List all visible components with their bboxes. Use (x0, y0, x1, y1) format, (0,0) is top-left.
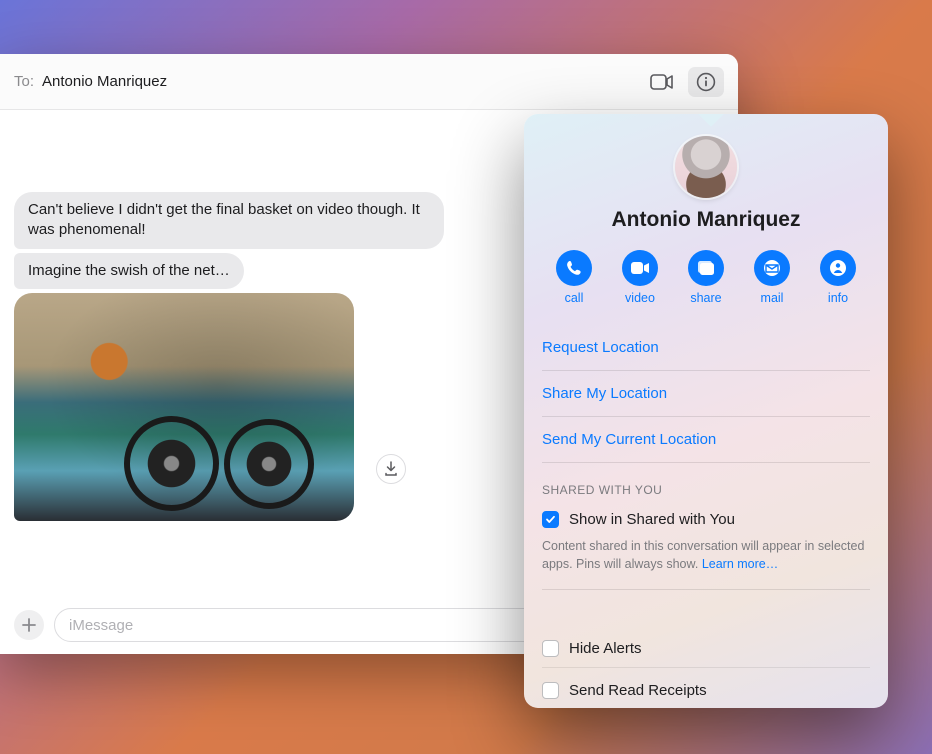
video-action[interactable]: video (612, 250, 668, 305)
save-attachment-button[interactable] (376, 454, 406, 484)
learn-more-link[interactable]: Learn more… (702, 557, 778, 571)
checkmark-icon (545, 514, 556, 525)
to-label: To: (14, 73, 34, 90)
details-popover: Antonio Manriquez call video share mail (524, 114, 888, 708)
share-action[interactable]: share (678, 250, 734, 305)
request-location-link[interactable]: Request Location (542, 325, 870, 371)
action-label: share (690, 291, 721, 305)
action-label: info (828, 291, 848, 305)
hide-alerts-checkbox[interactable] (542, 640, 559, 657)
mail-action[interactable]: mail (744, 250, 800, 305)
send-read-receipts-label: Send Read Receipts (569, 682, 707, 699)
info-circle-icon (696, 72, 716, 92)
screen-share-icon (688, 250, 724, 286)
hide-alerts-row[interactable]: Hide Alerts (542, 634, 870, 668)
incoming-message[interactable]: Imagine the swish of the net… (14, 253, 244, 289)
share-my-location-link[interactable]: Share My Location (542, 371, 870, 417)
details-info-button[interactable] (688, 67, 724, 97)
apps-plus-button[interactable] (14, 610, 44, 640)
location-section: Request Location Share My Location Send … (524, 325, 888, 708)
incoming-stack: Can't believe I didn't get the final bas… (14, 192, 444, 521)
phone-icon (556, 250, 592, 286)
action-label: mail (761, 291, 784, 305)
show-in-shared-label: Show in Shared with You (569, 511, 735, 528)
conversation-header: To: Antonio Manriquez (0, 54, 738, 110)
mail-icon (754, 250, 790, 286)
incoming-message[interactable]: Can't believe I didn't get the final bas… (14, 192, 444, 249)
incoming-image-attachment[interactable] (14, 293, 354, 521)
show-in-shared-checkbox[interactable] (542, 511, 559, 528)
shared-with-you-header: SHARED WITH YOU (542, 463, 870, 505)
action-label: call (565, 291, 584, 305)
send-current-location-link[interactable]: Send My Current Location (542, 417, 870, 463)
action-label: video (625, 291, 655, 305)
save-download-icon (384, 461, 398, 477)
shared-help-text: Content shared in this conversation will… (542, 538, 870, 590)
contact-name: Antonio Manriquez (524, 208, 888, 232)
send-read-receipts-checkbox[interactable] (542, 682, 559, 699)
call-action[interactable]: call (546, 250, 602, 305)
video-icon (622, 250, 658, 286)
to-name: Antonio Manriquez (42, 73, 167, 90)
contact-info-icon (820, 250, 856, 286)
facetime-video-button[interactable] (644, 67, 680, 97)
contact-avatar[interactable] (675, 136, 737, 198)
basketball-photo-placeholder (14, 293, 354, 521)
show-in-shared-row[interactable]: Show in Shared with You (542, 505, 870, 538)
info-action[interactable]: info (810, 250, 866, 305)
contact-actions-row: call video share mail info (524, 250, 888, 305)
hide-alerts-label: Hide Alerts (569, 640, 642, 657)
send-read-receipts-row[interactable]: Send Read Receipts (542, 668, 870, 708)
video-camera-icon (650, 74, 674, 90)
plus-icon (22, 618, 36, 632)
